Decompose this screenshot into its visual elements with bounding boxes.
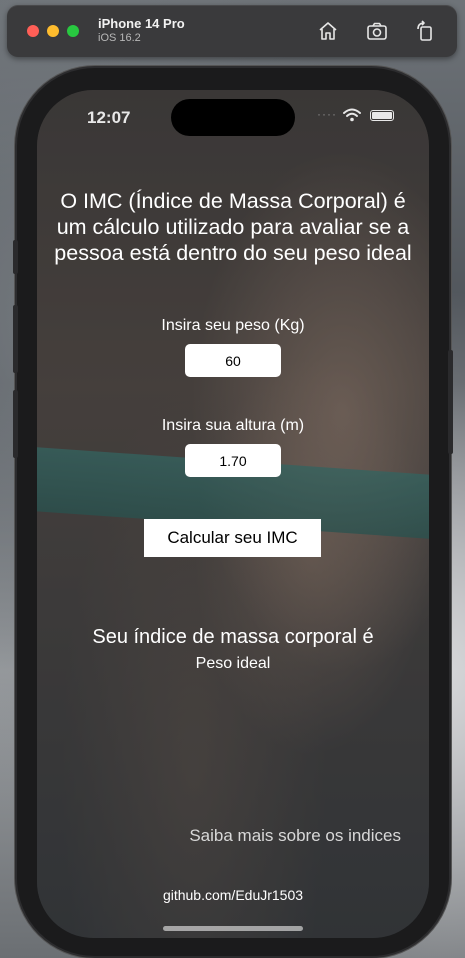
result-title: Seu índice de massa corporal é <box>92 626 374 648</box>
battery-icon <box>370 110 394 121</box>
learn-more-link[interactable]: Saiba mais sobre os indices <box>189 826 401 846</box>
wifi-icon <box>343 108 361 122</box>
device-os-version: iOS 16.2 <box>98 32 141 44</box>
device-name: iPhone 14 Pro <box>98 16 185 31</box>
imc-description: O IMC (Índice de Massa Corporal) é um cá… <box>54 189 412 265</box>
result-value: Peso ideal <box>195 655 271 672</box>
minimize-window-button[interactable] <box>47 25 59 37</box>
height-label: Insira sua altura (m) <box>161 417 305 434</box>
power-side-button <box>448 350 453 454</box>
calculate-imc-button[interactable]: Calcular seu IMC <box>144 519 321 557</box>
cellular-signal-icon: ···· <box>317 107 337 121</box>
weight-label: Insira seu peso (Kg) <box>161 317 305 334</box>
volume-up-side-button <box>13 305 18 373</box>
dynamic-island <box>171 99 295 136</box>
weight-input[interactable] <box>185 344 281 377</box>
status-bar-time: 12:07 <box>87 108 131 127</box>
phone-screen: 12:07 ···· O IMC (Índice de Massa Corpor… <box>37 90 429 938</box>
github-link[interactable]: github.com/EduJr1503 <box>37 887 429 903</box>
zoom-window-button[interactable] <box>67 25 79 37</box>
simulator-title-bar: iPhone 14 Pro iOS 16.2 <box>7 5 457 57</box>
volume-down-side-button <box>13 390 18 458</box>
home-indicator[interactable] <box>163 926 303 931</box>
screenshot-icon[interactable] <box>365 19 389 43</box>
rotate-icon[interactable] <box>413 19 437 43</box>
home-icon[interactable] <box>316 19 340 43</box>
close-window-button[interactable] <box>27 25 39 37</box>
mute-switch <box>13 240 18 274</box>
height-input[interactable] <box>185 444 281 477</box>
